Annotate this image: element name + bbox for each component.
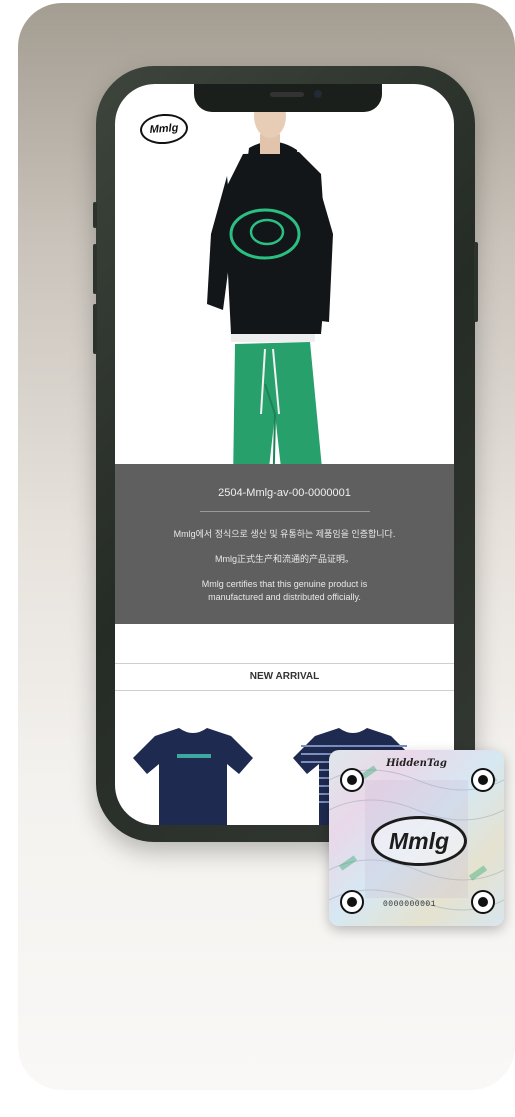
tag-brand-name: HiddenTag <box>386 758 447 769</box>
tag-logo-text: Mmlg <box>388 827 450 854</box>
certification-text-ko: Mmlg에서 정식으로 생산 및 유통하는 제품임을 인증합니다. <box>173 529 396 539</box>
registration-mark-icon <box>340 890 364 914</box>
phone-volume-up-button <box>93 244 97 294</box>
phone-screen: Mmlg 2504-Mmlg-av-00-0000001 Mmlg에서 정식으로… <box>115 84 454 825</box>
registration-mark-icon <box>340 768 364 792</box>
speaker-grille <box>270 92 304 97</box>
tag-serial-number: 0000000001 <box>383 900 437 909</box>
certification-text-en: Mmlg certifies that this genuine product… <box>201 579 368 602</box>
certification-text-zh: Mmlg正式生产和流通的产品证明。 <box>215 554 354 564</box>
product-thumbnail-navy-tee[interactable] <box>133 728 253 825</box>
phone-power-button <box>474 242 478 322</box>
product-serial: 2504-Mmlg-av-00-0000001 <box>218 487 351 499</box>
new-arrival-section-header[interactable]: NEW ARRIVAL <box>115 663 454 691</box>
phone-mockup: Mmlg 2504-Mmlg-av-00-0000001 Mmlg에서 정식으로… <box>93 66 478 842</box>
showcase-card: Mmlg 2504-Mmlg-av-00-0000001 Mmlg에서 정식으로… <box>18 3 515 1090</box>
phone-notch <box>194 84 382 112</box>
registration-mark-icon <box>471 768 495 792</box>
authenticity-overlay: 2504-Mmlg-av-00-0000001 Mmlg에서 정식으로 생산 및… <box>115 464 454 624</box>
front-camera <box>314 90 322 98</box>
registration-mark-icon <box>471 890 495 914</box>
phone-volume-down-button <box>93 304 97 354</box>
tag-brand-logo: Mmlg <box>371 816 467 866</box>
phone-mute-switch <box>93 202 97 228</box>
divider <box>199 511 370 512</box>
hologram-security-tag: HiddenTag Mmlg 0000000001 <box>329 750 504 926</box>
brand-logo-text: Mmlg <box>149 122 179 136</box>
